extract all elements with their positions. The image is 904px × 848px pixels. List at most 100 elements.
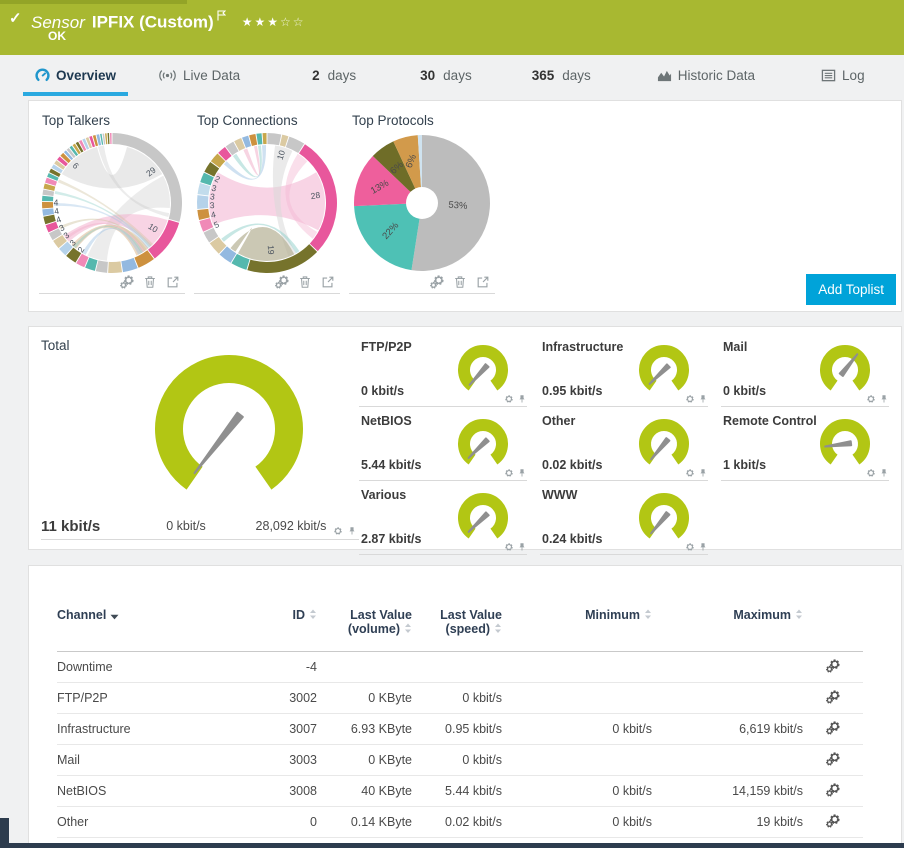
column-header-id[interactable]: ID xyxy=(257,602,317,652)
column-header-last-value-speed[interactable]: Last Value (speed) xyxy=(412,602,502,652)
gauge-card-netbios: NetBIOS 5.44 kbit/s xyxy=(359,407,527,481)
flag-icon[interactable] xyxy=(217,6,227,26)
pin-icon[interactable] xyxy=(879,394,889,404)
cell-lv_speed: 5.44 kbit/s xyxy=(445,784,502,798)
cogs-icon[interactable] xyxy=(826,658,840,673)
toplist-card-top-talkers: Top Talkers 29 10 6 2 3 3 3 4 4 4 xyxy=(39,113,185,294)
external-link-icon[interactable] xyxy=(321,275,335,289)
external-link-icon[interactable] xyxy=(476,275,490,289)
cell-lv_speed: 0.02 kbit/s xyxy=(445,815,502,829)
sort-icon xyxy=(795,609,803,623)
log-icon xyxy=(821,68,836,83)
column-header-label: Channel xyxy=(57,608,107,622)
various-gauge xyxy=(458,493,508,539)
tab-number: 30 xyxy=(420,68,436,83)
tab-log[interactable]: Log xyxy=(809,55,877,96)
sort-icon xyxy=(494,623,502,637)
gauge-card-value: 0.95 kbit/s xyxy=(542,384,603,398)
column-header-channel[interactable]: Channel xyxy=(57,602,257,652)
cell-channel: Mail xyxy=(57,753,80,767)
gauge-card-ftp-p2p: FTP/P2P 0 kbit/s xyxy=(359,333,527,407)
tab-label: days xyxy=(443,68,472,83)
toplist-card-footer xyxy=(39,274,185,294)
pin-icon[interactable] xyxy=(347,526,357,536)
cogs-icon[interactable] xyxy=(826,813,840,828)
column-header-label: Last Value (speed) xyxy=(440,608,502,636)
channel-settings-cell xyxy=(803,745,863,776)
pin-icon[interactable] xyxy=(879,468,889,478)
tab-overview[interactable]: Overview xyxy=(23,55,129,96)
cogs-icon[interactable] xyxy=(120,275,134,289)
tab-label: Overview xyxy=(56,68,117,83)
gear-icon[interactable] xyxy=(504,542,514,552)
cell-channel: Infrastructure xyxy=(57,722,131,736)
tab-bar: Overview Live Data 2 days 30 days 365 days Histo… xyxy=(0,55,904,100)
gear-icon[interactable] xyxy=(866,468,876,478)
priority-stars[interactable]: ★★★☆☆ xyxy=(242,15,306,29)
pin-icon[interactable] xyxy=(517,468,527,478)
sensor-title-row: Sensor IPFIX (Custom) ★★★☆☆ xyxy=(31,6,306,33)
cell-min: 0 kbit/s xyxy=(612,815,652,829)
cell-lv_speed: 0 kbit/s xyxy=(462,691,502,705)
tab-historic-data[interactable]: Historic Data xyxy=(645,55,767,96)
tab-live-data[interactable]: Live Data xyxy=(146,55,252,96)
tab-365-days[interactable]: 365 days xyxy=(520,55,603,96)
gauge-card-www: WWW 0.24 kbit/s xyxy=(540,481,708,555)
gear-icon[interactable] xyxy=(866,394,876,404)
cogs-icon[interactable] xyxy=(826,782,840,797)
cogs-icon[interactable] xyxy=(826,751,840,766)
column-header-label: Maximum xyxy=(733,608,791,622)
gear-icon[interactable] xyxy=(685,468,695,478)
gauge-card-title: Other xyxy=(542,414,576,428)
cogs-icon[interactable] xyxy=(826,689,840,704)
remote-control-gauge xyxy=(820,419,870,465)
channel-table-body: Downtime -4 FTP/P2P 3002 0 KByte 0 kbit/s Infr… xyxy=(57,652,863,838)
channel-table: Channel ID Last Value (volume) Last Value (… xyxy=(57,602,863,838)
gear-icon[interactable] xyxy=(333,526,343,536)
table-row-other: Other 0 0.14 KByte 0.02 kbit/s 0 kbit/s 19 kb… xyxy=(57,807,863,838)
cell-id: 3002 xyxy=(289,691,317,705)
gear-icon[interactable] xyxy=(504,468,514,478)
cell-lv_speed: 0.95 kbit/s xyxy=(445,722,502,736)
cell-lv_volume: 6.93 KByte xyxy=(350,722,412,736)
toplists-panel: Top Talkers 29 10 6 2 3 3 3 4 4 4 Top Connections 10… xyxy=(28,100,902,312)
trash-icon[interactable] xyxy=(453,275,467,289)
add-toplist-button[interactable]: Add Toplist xyxy=(806,274,896,305)
gear-icon[interactable] xyxy=(685,542,695,552)
pin-icon[interactable] xyxy=(698,542,708,552)
table-row-netbios: NetBIOS 3008 40 KByte 5.44 kbit/s 0 kbit/s 14… xyxy=(57,776,863,807)
gear-icon[interactable] xyxy=(685,394,695,404)
column-header-maximum[interactable]: Maximum xyxy=(652,602,803,652)
tab-number: 2 xyxy=(312,68,320,83)
gauge-card-value: 5.44 kbit/s xyxy=(361,458,422,472)
cell-max xyxy=(652,745,803,776)
top-connections-chart: 102819233345 xyxy=(196,133,338,274)
gauge-card-various: Various 2.87 kbit/s xyxy=(359,481,527,555)
gear-icon[interactable] xyxy=(504,394,514,404)
trash-icon[interactable] xyxy=(143,275,157,289)
cell-min: 0 kbit/s xyxy=(612,784,652,798)
cell-id: 3003 xyxy=(289,753,317,767)
column-header-last-value-volume[interactable]: Last Value (volume) xyxy=(317,602,412,652)
total-gauge-title: Total xyxy=(41,338,70,353)
column-header-label: Minimum xyxy=(585,608,640,622)
tab-2-days[interactable]: 2 days xyxy=(300,55,368,96)
toplist-title: Top Talkers xyxy=(42,113,111,128)
tab-30-days[interactable]: 30 days xyxy=(408,55,484,96)
trash-icon[interactable] xyxy=(298,275,312,289)
sensor-header: ✓ Sensor IPFIX (Custom) ★★★☆☆ OK xyxy=(0,0,904,55)
pin-icon[interactable] xyxy=(698,394,708,404)
cell-min xyxy=(502,683,652,714)
pin-icon[interactable] xyxy=(698,468,708,478)
total-gauge-min-label: 0 kbit/s xyxy=(166,519,206,533)
cogs-icon[interactable] xyxy=(275,275,289,289)
column-header-minimum[interactable]: Minimum xyxy=(502,602,652,652)
cogs-icon[interactable] xyxy=(826,720,840,735)
cell-channel: Downtime xyxy=(57,660,113,674)
header-top-strip xyxy=(0,0,187,4)
pin-icon[interactable] xyxy=(517,394,527,404)
external-link-icon[interactable] xyxy=(166,275,180,289)
cogs-icon[interactable] xyxy=(430,275,444,289)
pin-icon[interactable] xyxy=(517,542,527,552)
table-row-ftp-p2p: FTP/P2P 3002 0 KByte 0 kbit/s xyxy=(57,683,863,714)
